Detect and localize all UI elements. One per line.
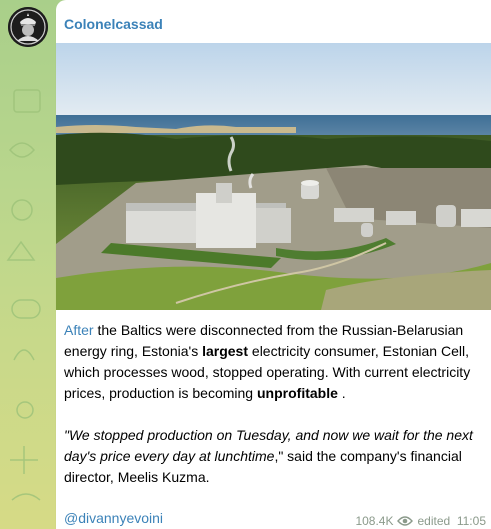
bold-text: unprofitable <box>257 385 338 401</box>
bold-text: largest <box>202 343 249 359</box>
channel-avatar[interactable] <box>8 7 48 47</box>
text-segment: . <box>337 385 346 401</box>
post-text: After the Baltics were disconnected from… <box>64 320 488 488</box>
industrial-plant-photo <box>56 43 491 310</box>
channel-name[interactable]: Colonelcassad <box>64 16 163 32</box>
post-paragraph-2: "We stopped production on Tuesday, and n… <box>64 425 488 488</box>
message-bubble: Colonelcassad After the Baltics were dis… <box>56 0 491 529</box>
post-photo[interactable] <box>56 43 491 310</box>
edited-timestamp: edited 11:05 <box>417 514 486 528</box>
post-link-after[interactable]: After <box>64 322 94 338</box>
view-count: 108.4K <box>355 514 394 528</box>
message-meta: 108.4K edited 11:05 <box>355 514 486 528</box>
post-paragraph-1: After the Baltics were disconnected from… <box>64 320 488 404</box>
channel-mention-link[interactable]: @divannyevoini <box>64 510 163 526</box>
soldier-emblem-icon <box>8 7 48 47</box>
eye-icon <box>397 515 414 527</box>
